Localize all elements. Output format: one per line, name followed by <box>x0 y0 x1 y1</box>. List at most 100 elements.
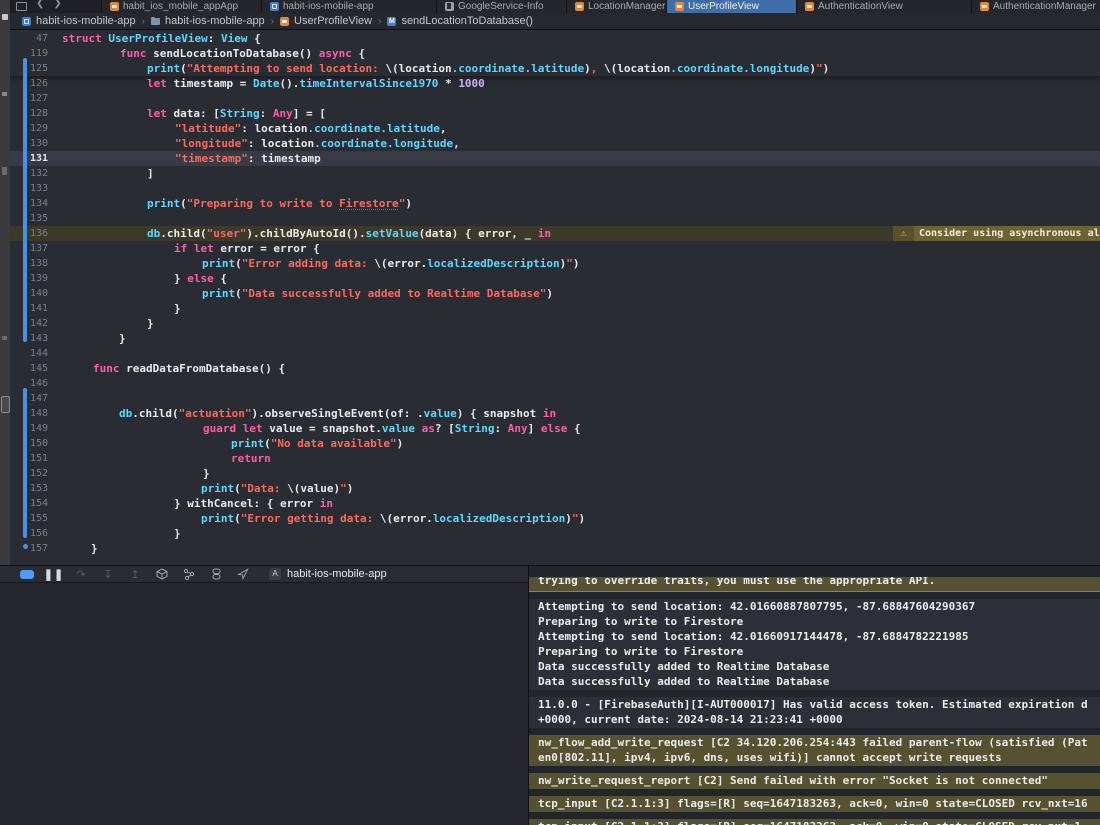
line-number-137[interactable]: 137 <box>10 241 48 256</box>
line-number-144[interactable]: 144 <box>10 346 48 361</box>
code-line-134[interactable]: 134print("Preparing to write to Firestor… <box>10 196 1100 211</box>
code-line-154[interactable]: 154} withCancel: { error in <box>10 496 1100 511</box>
code-line-145[interactable]: 145func readDataFromDatabase() { <box>10 361 1100 376</box>
view-debugger-button[interactable] <box>155 568 169 580</box>
debug-console[interactable]: trying to override traits, you must use … <box>529 566 1100 825</box>
code-line-140[interactable]: 140print("Data successfully added to Rea… <box>10 286 1100 301</box>
breakpoints-toggle-button[interactable] <box>20 568 34 580</box>
line-number-128[interactable]: 128 <box>10 106 48 121</box>
line-number-156[interactable]: 156 <box>10 526 48 541</box>
line-number-153[interactable]: 153 <box>10 481 48 496</box>
line-number-155[interactable]: 155 <box>10 511 48 526</box>
tab-UserProfileView[interactable]: UserProfileView <box>667 0 797 13</box>
line-number-147[interactable]: 147 <box>10 391 48 406</box>
line-number-131[interactable]: 131 <box>10 151 48 166</box>
code-line-130[interactable]: 130"longitude": location.coordinate.long… <box>10 136 1100 151</box>
code-editor[interactable]: 47struct UserProfileView: View {119func … <box>10 30 1100 565</box>
line-number-47[interactable]: 47 <box>10 31 48 46</box>
breadcrumb-item-4[interactable]: MsendLocationToDatabase() <box>387 15 532 27</box>
code-line-138[interactable]: 138print("Error adding data: \(error.loc… <box>10 256 1100 271</box>
code-line-126[interactable]: 126let timestamp = Date().timeIntervalSi… <box>10 76 1100 91</box>
tab-LocationManager[interactable]: LocationManager <box>567 0 667 13</box>
line-number-152[interactable]: 152 <box>10 466 48 481</box>
code-line-139[interactable]: 139} else { <box>10 271 1100 286</box>
line-number-149[interactable]: 149 <box>10 421 48 436</box>
code-line-119[interactable]: 119func sendLocationToDatabase() async { <box>10 46 1100 61</box>
code-line-137[interactable]: 137if let error = error { <box>10 241 1100 256</box>
line-number-135[interactable]: 135 <box>10 211 48 226</box>
code-line-142[interactable]: 142} <box>10 316 1100 331</box>
code-line-151[interactable]: 151return <box>10 451 1100 466</box>
code-line-157[interactable]: 157} <box>10 541 1100 556</box>
panel-drag-handle[interactable] <box>1 396 10 413</box>
line-number-133[interactable]: 133 <box>10 181 48 196</box>
code-line-125[interactable]: 125print("Attempting to send location: \… <box>10 61 1100 76</box>
line-number-154[interactable]: 154 <box>10 496 48 511</box>
line-number-143[interactable]: 143 <box>10 331 48 346</box>
breadcrumb-item-2[interactable]: habit-ios-mobile-app <box>151 15 265 27</box>
code-line-47[interactable]: 47struct UserProfileView: View { <box>10 31 1100 46</box>
code-line-156[interactable]: 156} <box>10 526 1100 541</box>
code-line-135[interactable]: 135 <box>10 211 1100 226</box>
forward-chevron-icon[interactable]: ❯ <box>53 0 61 9</box>
tab-AuthenticationView[interactable]: AuthenticationView <box>797 0 972 13</box>
code-line-147[interactable]: 147 <box>10 391 1100 406</box>
line-number-145[interactable]: 145 <box>10 361 48 376</box>
code-line-149[interactable]: 149guard let value = snapshot.value as? … <box>10 421 1100 436</box>
warning-badge[interactable]: ⚠Consider using asynchronous alternative… <box>893 226 1100 241</box>
code-line-150[interactable]: 150print("No data available") <box>10 436 1100 451</box>
related-items-icon[interactable] <box>16 2 27 11</box>
line-number-134[interactable]: 134 <box>10 196 48 211</box>
simulate-location-button[interactable] <box>236 568 250 580</box>
line-number-130[interactable]: 130 <box>10 136 48 151</box>
code-line-153[interactable]: 153print("Data: \(value)") <box>10 481 1100 496</box>
environment-overrides-button[interactable] <box>209 568 223 580</box>
code-line-127[interactable]: 127 <box>10 91 1100 106</box>
line-number-150[interactable]: 150 <box>10 436 48 451</box>
code-line-141[interactable]: 141} <box>10 301 1100 316</box>
code-line-129[interactable]: 129"latitude": location.coordinate.latit… <box>10 121 1100 136</box>
line-number-138[interactable]: 138 <box>10 256 48 271</box>
breadcrumb-item-3[interactable]: UserProfileView <box>280 15 372 27</box>
line-number-157[interactable]: 157 <box>10 541 48 556</box>
line-number-126[interactable]: 126 <box>10 76 48 91</box>
line-number-151[interactable]: 151 <box>10 451 48 466</box>
back-chevron-icon[interactable]: ❮ <box>36 0 44 9</box>
tab-habit-ios-mobile-app[interactable]: habit-ios-mobile-app <box>262 0 437 13</box>
line-number-127[interactable]: 127 <box>10 91 48 106</box>
code-line-155[interactable]: 155print("Error getting data: \(error.lo… <box>10 511 1100 526</box>
code-line-136[interactable]: 136db.child("user").childByAutoId().setV… <box>10 226 1100 241</box>
code-line-144[interactable]: 144 <box>10 346 1100 361</box>
line-number-141[interactable]: 141 <box>10 301 48 316</box>
step-out-button[interactable]: ↥ <box>128 568 142 580</box>
line-number-119[interactable]: 119 <box>10 46 48 61</box>
line-number-142[interactable]: 142 <box>10 316 48 331</box>
code-line-152[interactable]: 152} <box>10 466 1100 481</box>
breakpoint-dot[interactable] <box>23 544 28 549</box>
line-number-139[interactable]: 139 <box>10 271 48 286</box>
line-number-136[interactable]: 136 <box>10 226 48 241</box>
code-line-146[interactable]: 146 <box>10 376 1100 391</box>
pause-button[interactable]: ❚❚ <box>47 568 61 580</box>
strip-top-icon[interactable] <box>2 14 8 20</box>
breadcrumb-item-1[interactable]: habit-ios-mobile-app <box>22 15 136 27</box>
running-app-chip[interactable]: A habit-ios-mobile-app <box>269 568 387 580</box>
code-line-131[interactable]: 131"timestamp": timestamp <box>10 151 1100 166</box>
code-line-128[interactable]: 128let data: [String: Any] = [ <box>10 106 1100 121</box>
step-into-button[interactable]: ↧ <box>101 568 115 580</box>
line-number-132[interactable]: 132 <box>10 166 48 181</box>
code-line-143[interactable]: 143} <box>10 331 1100 346</box>
line-number-140[interactable]: 140 <box>10 286 48 301</box>
line-number-146[interactable]: 146 <box>10 376 48 391</box>
line-number-125[interactable]: 125 <box>10 61 48 76</box>
code-line-133[interactable]: 133 <box>10 181 1100 196</box>
code-line-132[interactable]: 132] <box>10 166 1100 181</box>
code-line-148[interactable]: 148db.child("actuation").observeSingleEv… <box>10 406 1100 421</box>
tab-GoogleService-Info[interactable]: GoogleService-Info <box>437 0 567 13</box>
memory-graph-button[interactable] <box>182 568 196 580</box>
step-over-button[interactable]: ↷ <box>74 568 88 580</box>
tab-habit_ios_mobile_appApp[interactable]: habit_ios_mobile_appApp <box>102 0 262 13</box>
tab-AuthenticationManager[interactable]: AuthenticationManager <box>972 0 1100 13</box>
line-number-129[interactable]: 129 <box>10 121 48 136</box>
line-number-148[interactable]: 148 <box>10 406 48 421</box>
